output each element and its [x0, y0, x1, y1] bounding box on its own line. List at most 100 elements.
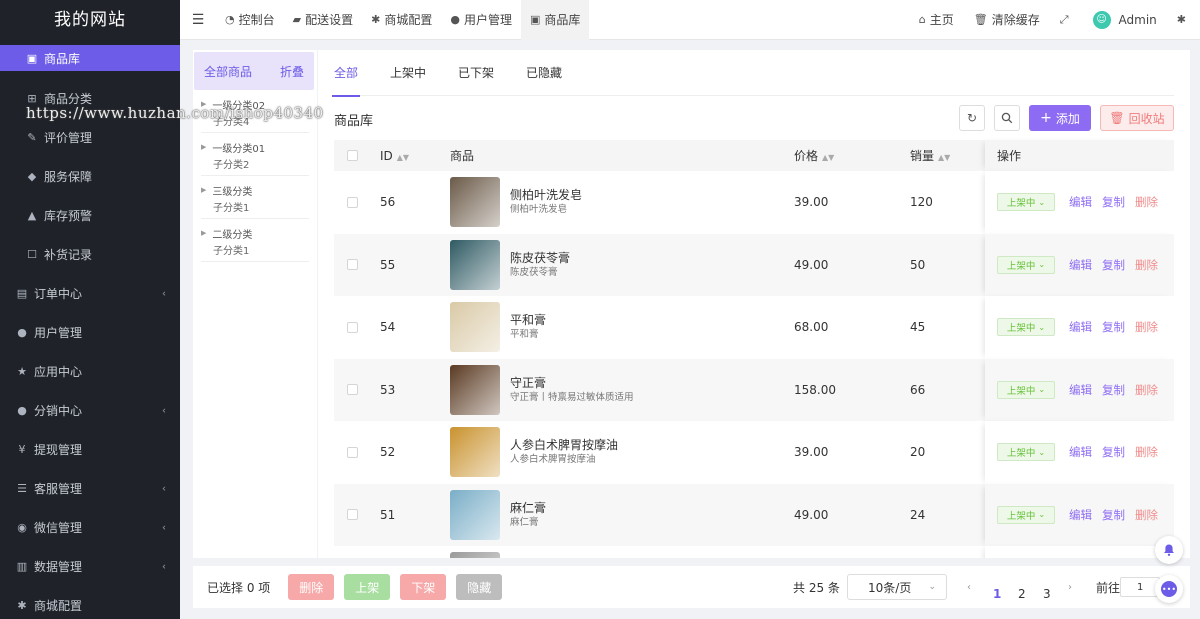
fullscreen-button[interactable]: ⤢	[1050, 0, 1083, 40]
delete-button[interactable]: 删除	[1135, 382, 1158, 398]
sidebar-item-13[interactable]: ▥ 数据管理 ‹	[0, 547, 180, 586]
bulk-button-1[interactable]: 上架	[344, 574, 391, 600]
next-page-button[interactable]: ›	[1068, 582, 1072, 593]
row-checkbox[interactable]	[346, 259, 358, 271]
copy-button[interactable]: 复制	[1102, 507, 1125, 523]
settings-button[interactable]: ✱	[1167, 0, 1200, 40]
tab-2[interactable]: 已下架	[458, 50, 494, 96]
top-nav-label: 商城配置	[384, 13, 433, 27]
status-select[interactable]: 上架中 ⌄	[997, 443, 1055, 462]
collapse-button[interactable]: 折叠	[280, 63, 304, 80]
cell-price: 49.00	[794, 507, 829, 522]
select-all-checkbox[interactable]	[346, 150, 358, 161]
status-select[interactable]: 上架中 ⌄	[997, 505, 1055, 524]
sidebar-item-1[interactable]: ⊞ 商品分类	[0, 79, 180, 118]
edit-button[interactable]: 编辑	[1069, 319, 1092, 335]
refresh-button[interactable]: ↻	[959, 105, 985, 131]
tab-0[interactable]: 全部	[331, 50, 361, 97]
page-button-3[interactable]: 3	[1043, 587, 1051, 601]
sidebar-item-4[interactable]: ▲ 库存预警	[0, 196, 180, 235]
sidebar-item-10[interactable]: ¥ 提现管理	[0, 430, 180, 469]
row-checkbox[interactable]	[346, 196, 358, 208]
goto-label: 前往	[1096, 580, 1121, 595]
category-parent[interactable]: ▶ 一级分类01	[201, 139, 309, 155]
clear-cache-label: 清除缓存	[991, 13, 1040, 27]
category-parent[interactable]: ▶ 一级分类02	[201, 96, 309, 112]
bulk-button-3[interactable]: 隐藏	[456, 574, 503, 600]
sidebar-item-0[interactable]: ▣ 商品库	[0, 45, 180, 71]
cell-id: 54	[380, 320, 396, 335]
copy-button[interactable]: 复制	[1102, 257, 1125, 273]
edit-button[interactable]: 编辑	[1069, 194, 1092, 210]
chat-button[interactable]: •••	[1155, 575, 1183, 603]
category-child[interactable]: 子分类1	[201, 241, 309, 257]
page-button-1[interactable]: 1	[993, 587, 1001, 601]
header-price[interactable]: 价格 ▲▼	[784, 147, 902, 164]
prev-page-button[interactable]: ‹	[967, 582, 971, 593]
sidebar-item-9[interactable]: ● 分销中心 ‹	[0, 391, 180, 430]
edit-button[interactable]: 编辑	[1069, 382, 1092, 398]
page-size-select[interactable]: 10条/页 ⌄	[847, 574, 947, 600]
chevron-left-icon: ‹	[162, 561, 166, 572]
page-button-2[interactable]: 2	[1018, 587, 1026, 601]
goto-page-input[interactable]	[1120, 577, 1160, 597]
bulk-button-2[interactable]: 下架	[400, 574, 447, 600]
edit-button[interactable]: 编辑	[1069, 507, 1092, 523]
product-thumbnail	[450, 427, 500, 478]
admin-menu[interactable]: ☺ Admin	[1083, 0, 1167, 40]
delete-button[interactable]: 删除	[1135, 444, 1158, 460]
status-select[interactable]: 上架中 ⌄	[997, 318, 1055, 337]
row-actions: 上架中 ⌄ 编辑 复制 删除	[985, 296, 1174, 359]
cell-id: 53	[380, 382, 396, 397]
clear-cache-button[interactable]: 🗑 清除缓存	[964, 0, 1050, 40]
top-nav-tab-0[interactable]: ◔ 控制台	[216, 0, 284, 40]
sidebar-item-11[interactable]: ☰ 客服管理 ‹	[0, 469, 180, 508]
row-checkbox[interactable]	[346, 384, 358, 396]
recycle-bin-button[interactable]: 🗑 回收站	[1100, 105, 1174, 131]
top-nav-tab-4[interactable]: ▣ 商品库	[520, 0, 590, 40]
status-select[interactable]: 上架中 ⌄	[997, 193, 1055, 212]
sidebar-item-7[interactable]: ● 用户管理	[0, 313, 180, 352]
copy-button[interactable]: 复制	[1102, 194, 1125, 210]
home-link[interactable]: ⌂ 主页	[909, 0, 964, 40]
copy-button[interactable]: 复制	[1102, 382, 1125, 398]
bulk-button-0[interactable]: 删除	[288, 574, 335, 600]
sidebar-item-5[interactable]: ☐ 补货记录	[0, 235, 180, 274]
header-id[interactable]: ID ▲▼	[370, 149, 450, 163]
sidebar-item-8[interactable]: ★ 应用中心	[0, 352, 180, 391]
category-child[interactable]: 子分类4	[201, 112, 309, 128]
sidebar-item-3[interactable]: ◆ 服务保障	[0, 157, 180, 196]
sidebar-item-2[interactable]: ✎ 评价管理	[0, 118, 180, 157]
tab-3[interactable]: 已隐藏	[526, 50, 562, 96]
sidebar-item-6[interactable]: ▤ 订单中心 ‹	[0, 274, 180, 313]
row-checkbox[interactable]	[346, 446, 358, 458]
delete-button[interactable]: 删除	[1135, 319, 1158, 335]
delete-button[interactable]: 删除	[1135, 507, 1158, 523]
notification-button[interactable]	[1155, 536, 1183, 564]
cell-product: 人参白术脾胃按摩油 人参白术脾胃按摩油	[450, 427, 784, 478]
status-select[interactable]: 上架中 ⌄	[997, 380, 1055, 399]
top-nav-tab-1[interactable]: ▰ 配送设置	[284, 0, 362, 40]
category-child[interactable]: 子分类2	[201, 155, 309, 171]
category-parent[interactable]: ▶ 三级分类	[201, 182, 309, 198]
edit-button[interactable]: 编辑	[1069, 257, 1092, 273]
all-products-link[interactable]: 全部商品	[204, 63, 252, 80]
top-nav-tab-3[interactable]: ● 用户管理	[441, 0, 521, 40]
delete-button[interactable]: 删除	[1135, 194, 1158, 210]
tab-1[interactable]: 上架中	[390, 50, 426, 96]
row-checkbox[interactable]	[346, 509, 358, 521]
add-button[interactable]: + 添加	[1029, 105, 1091, 131]
delete-button[interactable]: 删除	[1135, 257, 1158, 273]
edit-button[interactable]: 编辑	[1069, 444, 1092, 460]
copy-button[interactable]: 复制	[1102, 319, 1125, 335]
search-button[interactable]	[994, 105, 1020, 131]
sidebar-item-14[interactable]: ✱ 商城配置	[0, 586, 180, 619]
row-checkbox[interactable]	[346, 321, 358, 333]
category-parent[interactable]: ▶ 二级分类	[201, 225, 309, 241]
sidebar-item-12[interactable]: ◉ 微信管理 ‹	[0, 508, 180, 547]
copy-button[interactable]: 复制	[1102, 444, 1125, 460]
top-nav-tab-2[interactable]: ✱ 商城配置	[362, 0, 441, 40]
category-child[interactable]: 子分类1	[201, 198, 309, 214]
menu-toggle-button[interactable]: ☰	[180, 0, 216, 40]
status-select[interactable]: 上架中 ⌄	[997, 255, 1055, 274]
